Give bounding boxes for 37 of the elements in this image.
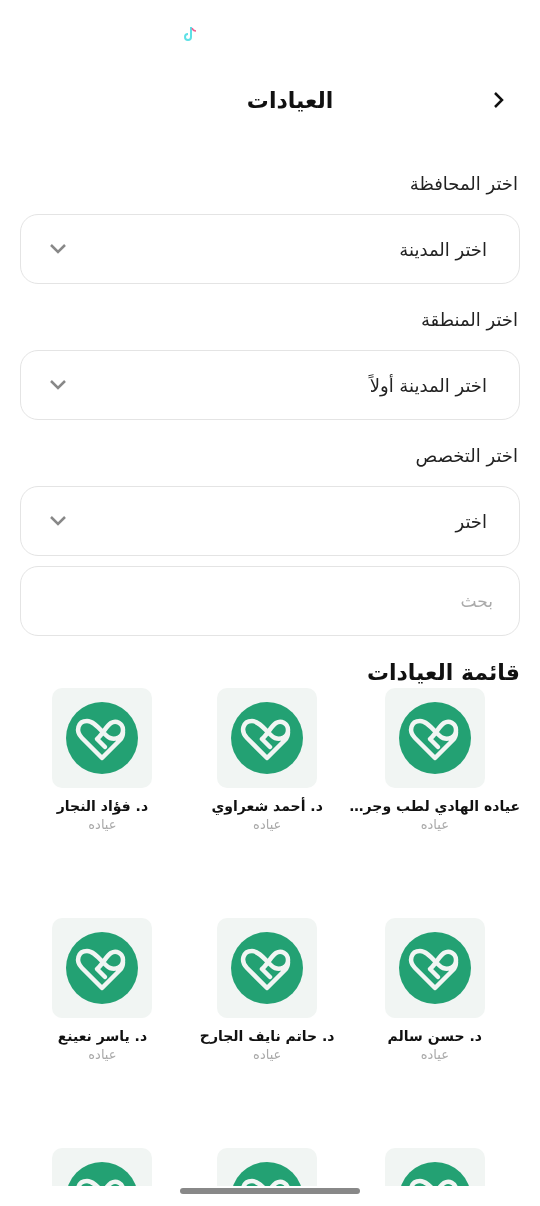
field-label: اختر المنطقة bbox=[419, 308, 519, 333]
field-label: اختر المحافظة bbox=[408, 172, 519, 197]
clinic-type: عياده bbox=[253, 817, 282, 832]
dropdown-field[interactable]: اختر المدينة bbox=[20, 214, 520, 284]
clinic-name: د. ياسر نعينع bbox=[57, 1028, 148, 1044]
page-title: العيادات bbox=[245, 87, 334, 113]
dropdown-field[interactable]: اختر bbox=[20, 486, 520, 556]
heart-logo-icon bbox=[398, 702, 471, 774]
dropdown-field[interactable]: اختر المدينة أولاً bbox=[20, 350, 520, 420]
clinic-name: د. حاتم نايف الجارح bbox=[199, 1028, 335, 1044]
clinic-name: عياده الهادي لطب وجر… bbox=[349, 798, 520, 814]
clinic-type: عياده bbox=[88, 817, 117, 832]
clinic-type: عياده bbox=[253, 1047, 282, 1062]
clinic-tile[interactable] bbox=[52, 918, 153, 1018]
clinic-tile[interactable] bbox=[52, 688, 153, 788]
clinic-tile[interactable] bbox=[217, 688, 318, 788]
chevron-down-icon bbox=[49, 379, 67, 391]
clinic-tile[interactable] bbox=[217, 918, 318, 1018]
heart-logo-icon bbox=[398, 932, 471, 1004]
field-label: اختر التخصص bbox=[414, 444, 519, 469]
heart-logo-icon bbox=[66, 702, 139, 774]
clinic-name: د. أحمد شعراوي bbox=[211, 798, 323, 814]
clinic-type: عياده bbox=[420, 817, 449, 832]
heart-logo-icon bbox=[66, 932, 139, 1004]
section-title: قائمة العيادات bbox=[365, 659, 520, 687]
clinic-name: د. فؤاد النجار bbox=[56, 798, 149, 814]
clinic-name: د. حسن سالم bbox=[387, 1028, 483, 1044]
search-field[interactable]: بحث bbox=[20, 566, 520, 636]
clinic-type: عياده bbox=[420, 1047, 449, 1062]
clinic-tile[interactable] bbox=[384, 918, 485, 1018]
chevron-down-icon bbox=[49, 515, 67, 527]
heart-logo-icon bbox=[231, 932, 304, 1004]
chevron-down-icon bbox=[49, 243, 67, 255]
music-note-icon bbox=[183, 26, 197, 42]
heart-logo-icon bbox=[231, 702, 304, 774]
clinic-type: عياده bbox=[88, 1047, 117, 1062]
clinic-tile[interactable] bbox=[384, 688, 485, 788]
